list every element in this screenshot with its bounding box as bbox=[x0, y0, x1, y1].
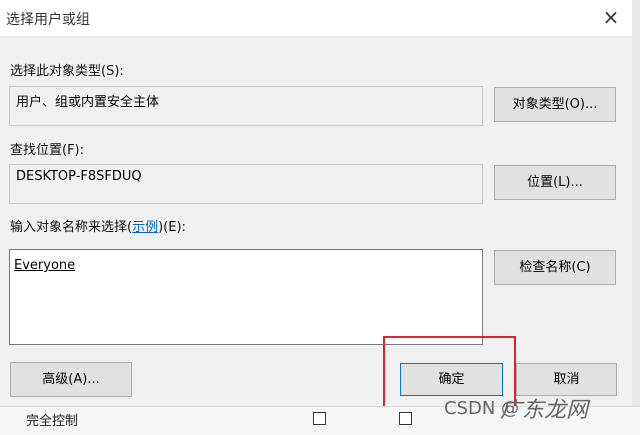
object-types-button[interactable]: 对象类型(O)... bbox=[494, 87, 616, 122]
background-window-edge bbox=[632, 0, 640, 434]
dialog-title: 选择用户或组 bbox=[6, 12, 90, 28]
object-type-value: 用户、组或内置安全主体 bbox=[16, 95, 160, 110]
object-names-input[interactable]: Everyone bbox=[9, 249, 483, 345]
location-value: DESKTOP-F8SFDUQ bbox=[16, 169, 142, 184]
object-name-everyone: Everyone bbox=[14, 258, 76, 273]
advanced-button[interactable]: 高级(A)... bbox=[10, 362, 132, 397]
location-label: 查找位置(F): bbox=[10, 143, 85, 158]
check-names-button[interactable]: 检查名称(C) bbox=[494, 250, 616, 285]
object-names-label-suffix: )(E): bbox=[158, 220, 186, 235]
title-bar: 选择用户或组 × bbox=[0, 0, 632, 37]
object-type-label: 选择此对象类型(S): bbox=[10, 64, 124, 79]
object-names-label-prefix: 输入对象名称来选择( bbox=[10, 220, 133, 235]
examples-link[interactable]: 示例 bbox=[132, 220, 158, 235]
watermark-right: 广东龙网 bbox=[500, 398, 589, 423]
locations-button[interactable]: 位置(L)... bbox=[494, 165, 616, 200]
object-names-label: 输入对象名称来选择(示例)(E): bbox=[10, 216, 186, 235]
object-type-field: 用户、组或内置安全主体 bbox=[9, 86, 483, 126]
location-field: DESKTOP-F8SFDUQ bbox=[9, 164, 483, 204]
background-row-label: 完全控制 bbox=[26, 414, 79, 429]
close-icon[interactable]: × bbox=[596, 4, 626, 30]
select-users-dialog: 选择用户或组 × 选择此对象类型(S): 用户、组或内置安全主体 对象类型(O)… bbox=[0, 0, 632, 434]
deny-checkbox[interactable] bbox=[399, 412, 412, 425]
allow-checkbox[interactable] bbox=[313, 412, 326, 425]
